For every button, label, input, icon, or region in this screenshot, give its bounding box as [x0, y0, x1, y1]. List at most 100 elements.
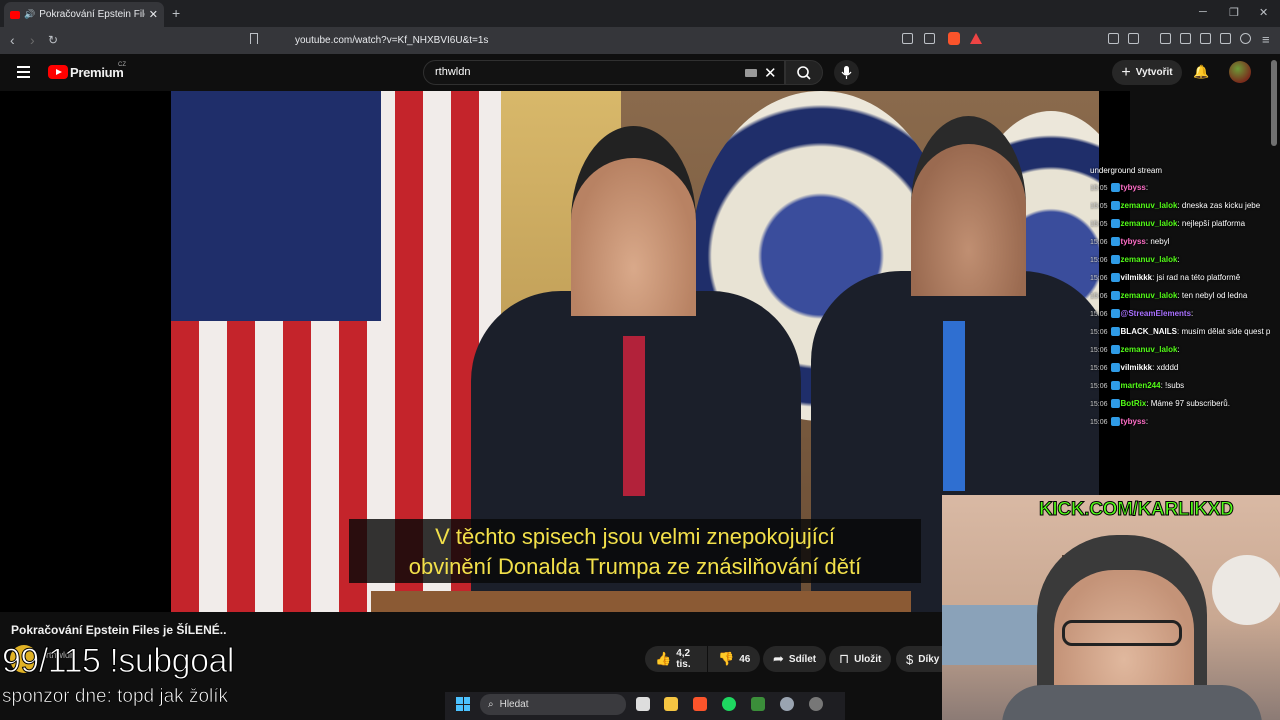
chat-text: Máme 97 subscriberů. [1150, 399, 1230, 408]
youtube-logo-icon[interactable] [48, 65, 68, 79]
chat-badge-icon [1110, 345, 1120, 355]
clear-search-icon[interactable]: ✕ [764, 64, 777, 82]
blue-tie [943, 321, 965, 491]
chat-username[interactable]: zemanuv_lalok [1121, 255, 1178, 264]
bookmark-icon[interactable] [250, 33, 258, 44]
vpn-icon[interactable] [1240, 33, 1251, 44]
chat-username[interactable]: BotRix [1121, 399, 1147, 408]
sidebar-icon[interactable] [1180, 33, 1191, 44]
reload-icon[interactable]: ↻ [48, 33, 58, 47]
youtube-favicon-icon [10, 10, 20, 19]
chat-badge-icon [1110, 363, 1120, 373]
wallet-card-icon[interactable] [1200, 33, 1211, 44]
file-explorer-icon[interactable] [664, 697, 678, 711]
chat-message: 15:06 zemanuv_lalok: [1090, 344, 1270, 356]
window-close-icon[interactable]: ✕ [1259, 6, 1268, 19]
chat-timestamp: 15:06 [1090, 365, 1108, 372]
app-icon-2[interactable] [780, 697, 794, 711]
chat-separator: : [1177, 345, 1180, 354]
youtube-brand[interactable]: Premium [70, 65, 124, 80]
chat-text: !subs [1165, 381, 1185, 390]
chat-badge-icon [1110, 399, 1120, 409]
chat-timestamp: 15:05 [1090, 185, 1108, 192]
chat-text: xdddd [1156, 363, 1179, 372]
windows-start-icon[interactable] [456, 697, 470, 711]
extensions-icon[interactable] [1108, 33, 1119, 44]
hamburger-menu-icon[interactable] [17, 66, 30, 81]
chat-message: 15:06 zemanuv_lalok: [1090, 254, 1270, 266]
search-button[interactable] [785, 60, 823, 85]
chat-username[interactable]: tybyss [1121, 237, 1146, 246]
restore-icon[interactable]: ❐ [1229, 6, 1239, 19]
create-label: Vytvořit [1135, 67, 1173, 78]
dislike-button[interactable]: 👎 46 [708, 646, 760, 672]
chat-username[interactable]: vilmikkk [1121, 363, 1153, 372]
chat-username[interactable]: tybyss [1121, 183, 1146, 192]
subgoal-overlay: 99/115 !subgoal [2, 642, 235, 681]
chat-username[interactable]: marten244 [1121, 381, 1161, 390]
chat-message: 15:05 tybyss: [1090, 182, 1270, 194]
address-bar[interactable]: youtube.com/watch?v=Kf_NHXBVI6U&t=1s [278, 31, 988, 50]
chat-username[interactable]: zemanuv_lalok [1121, 345, 1178, 354]
like-button[interactable]: 👍 4,2 tis. [645, 646, 707, 672]
chat-badge-icon [1110, 201, 1120, 211]
spotify-icon[interactable] [722, 697, 736, 711]
search-input[interactable]: rthwldn [423, 60, 785, 85]
chat-message: 15:06 zemanuv_lalok: ten nebyl od ledna [1090, 290, 1270, 302]
back-icon[interactable]: ‹ [10, 32, 15, 48]
chat-badge-icon [1110, 309, 1120, 319]
chat-username[interactable]: zemanuv_lalok [1121, 219, 1178, 228]
close-tab-icon[interactable]: ✕ [149, 8, 158, 21]
chat-text: nebyl [1150, 237, 1170, 246]
speaker-icon[interactable]: 🔊 [24, 9, 35, 20]
caption-line-2: obvinění Donalda Trumpa ze znásilňování … [408, 554, 862, 579]
cast-icon[interactable] [902, 33, 913, 44]
wallet-icon[interactable] [1128, 33, 1139, 44]
obs-icon[interactable] [809, 697, 823, 711]
brave-shield-icon[interactable] [948, 32, 960, 45]
notifications-bell-icon[interactable]: 🔔 [1193, 64, 1209, 80]
taskbar-search-icon: ⌕ [488, 699, 494, 710]
chat-badge-icon [1110, 417, 1120, 427]
avatar[interactable] [1229, 61, 1251, 83]
save-button[interactable]: ⊓ Uložit [829, 646, 892, 672]
brave-browser-icon[interactable] [693, 697, 707, 711]
chat-timestamp: 15:06 [1090, 257, 1108, 264]
browser-menu-icon[interactable]: ≡ [1262, 32, 1270, 47]
share-button[interactable]: ➦ Sdílet [763, 646, 827, 672]
taskbar-search[interactable]: ⌕ Hledat [480, 694, 626, 715]
page-scrollbar[interactable] [1271, 60, 1277, 146]
create-button[interactable]: + Vytvořit [1112, 60, 1182, 85]
keyboard-icon[interactable] [745, 69, 757, 77]
new-tab-button[interactable]: + [172, 5, 180, 21]
voice-search-button[interactable] [834, 60, 859, 85]
share-icon[interactable] [924, 33, 935, 44]
chat-separator: : [1191, 309, 1194, 318]
chat-username[interactable]: vilmikkk [1121, 273, 1153, 282]
forward-icon[interactable]: › [30, 32, 35, 48]
chat-username[interactable]: zemanuv_lalok [1121, 201, 1178, 210]
bed [942, 605, 1052, 665]
task-view-icon[interactable] [636, 697, 650, 711]
region-code: CZ [118, 62, 126, 68]
music-icon[interactable] [1160, 33, 1171, 44]
app-icon[interactable] [751, 697, 765, 711]
chat-timestamp: 15:06 [1090, 239, 1108, 246]
minimize-icon[interactable]: ─ [1199, 6, 1207, 18]
chat-separator: : [1145, 183, 1149, 192]
browser-tab[interactable]: 🔊 Pokračování Epstein Files je ŠÍLENÉ ✕ [4, 2, 164, 27]
chat-text: jsi rad na této platformě [1156, 273, 1241, 282]
thanks-button[interactable]: $ Díky [896, 646, 942, 672]
chat-separator: : [1145, 417, 1149, 426]
chat-message: 15:06 tybyss: [1090, 416, 1270, 428]
brave-rewards-icon[interactable] [970, 33, 982, 44]
kick-url-overlay: KICK.COM/KARLIKXD [1038, 499, 1234, 521]
chat-username[interactable]: tybyss [1121, 417, 1146, 426]
chat-username[interactable]: @StreamElements [1121, 309, 1192, 318]
chat-badge-icon [1110, 381, 1120, 391]
leo-icon[interactable] [1220, 33, 1231, 44]
chat-badge-icon [1110, 273, 1120, 283]
chat-username[interactable]: BLACK_NAILS [1121, 327, 1177, 336]
glasses [1062, 620, 1182, 646]
chat-username[interactable]: zemanuv_lalok [1121, 291, 1178, 300]
